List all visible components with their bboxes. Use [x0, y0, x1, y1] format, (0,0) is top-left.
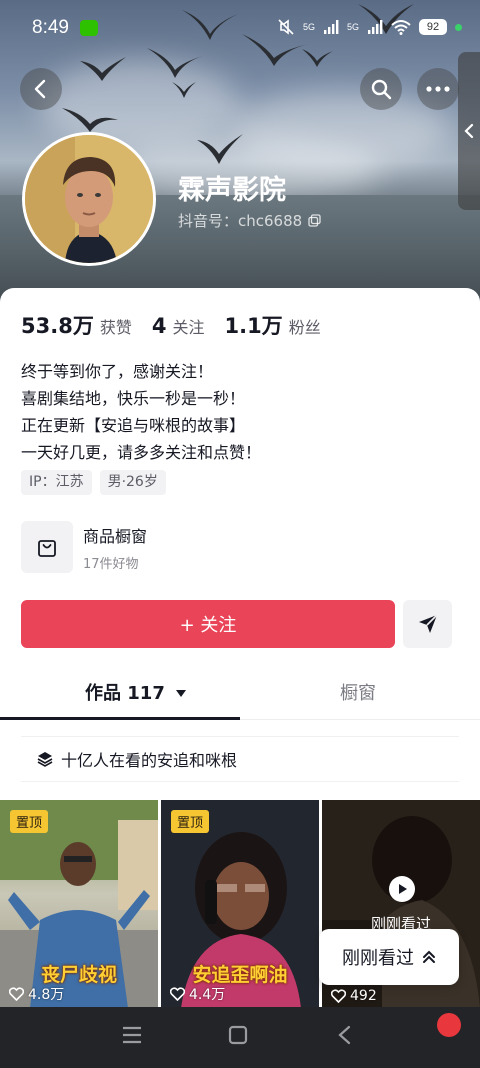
chevron-left-icon [34, 79, 46, 99]
pinned-badge: 置顶 [10, 810, 49, 833]
play-icon [389, 876, 415, 902]
caret-down-icon [176, 690, 187, 697]
system-navigation-bar [0, 1007, 480, 1068]
bio-line: 正在更新【安追与咪根的故事】 [21, 416, 246, 435]
chevron-left-icon [464, 123, 474, 139]
video-likes-count: 4.4万 [189, 987, 226, 1003]
floating-record-button[interactable] [437, 1013, 461, 1037]
profile-tags: IP：江苏 男·26岁 [21, 470, 166, 495]
recently-watched-button[interactable]: 刚刚看过 [319, 929, 459, 985]
video-likes-count: 492 [350, 988, 377, 1004]
mute-icon [278, 19, 294, 35]
avatar[interactable] [22, 132, 156, 266]
signal-5g-label: 5G [302, 22, 315, 32]
video-likes: 492 [331, 988, 377, 1004]
shop-subtitle: 17件好物 [83, 556, 139, 572]
signal-5g-label: 5G [346, 22, 359, 32]
signal-icon [368, 20, 383, 34]
bio-line: 喜剧集结地，快乐一秒是一秒！ [21, 389, 246, 408]
person-avatar-image [25, 135, 153, 263]
ip-location-tag: IP：江苏 [21, 470, 92, 495]
pinned-badge: 置顶 [171, 810, 210, 833]
battery-indicator: 92 [419, 19, 447, 35]
send-message-button[interactable] [403, 600, 452, 648]
copy-icon[interactable] [308, 214, 321, 227]
back-nav-icon[interactable] [337, 1025, 351, 1045]
collection-entry[interactable]: 十亿人在看的安追和咪根 [21, 736, 459, 782]
search-icon [371, 79, 392, 100]
video-thumbnail[interactable]: 置顶 安追歪啊油 4.4万 [161, 800, 319, 1008]
home-icon[interactable] [228, 1025, 248, 1045]
side-drawer-handle[interactable] [458, 52, 480, 210]
profile-stats: 53.8万 获赞 4 关注 1.1万 粉丝 [21, 310, 335, 340]
video-title: 安追歪啊油 [192, 964, 288, 986]
profile-tabs: 作品 117 橱窗 [0, 668, 480, 720]
tab-works-label: 作品 117 [85, 683, 165, 704]
layers-icon [37, 752, 53, 767]
heart-icon [331, 989, 346, 1003]
video-thumbnail[interactable]: 置顶 丧尸歧视 4.8万 [0, 800, 158, 1008]
profile-card: 53.8万 获赞 4 关注 1.1万 粉丝 终于等到你了，感谢关注！ 喜剧集结地… [0, 288, 480, 1068]
more-dots-icon [426, 86, 450, 92]
recent-apps-icon[interactable] [121, 1025, 143, 1045]
video-likes: 4.4万 [170, 984, 225, 1004]
bio-line: 终于等到你了，感谢关注！ [21, 362, 214, 381]
profile-bio: 终于等到你了，感谢关注！ 喜剧集结地，快乐一秒是一秒！ 正在更新【安追与咪根的故… [21, 358, 261, 466]
status-time: 8:49 [32, 17, 69, 38]
tab-works[interactable]: 作品 117 [85, 668, 187, 720]
profile-nickname: 霖声影院 [178, 175, 286, 206]
seagull-icon [80, 57, 126, 81]
video-likes-count: 4.8万 [28, 987, 65, 1003]
seagull-icon [197, 134, 243, 164]
wechat-notification-icon [80, 20, 98, 36]
more-button[interactable] [417, 68, 459, 110]
signal-icon [323, 20, 339, 34]
tab-window[interactable]: 橱窗 [340, 668, 376, 720]
following-label[interactable]: 关注 [172, 314, 204, 338]
active-tab-indicator [0, 717, 240, 720]
gender-age-tag: 男·26岁 [99, 470, 166, 495]
shop-window-entry[interactable]: 商品橱窗 17件好物 [21, 521, 147, 573]
followers-label[interactable]: 粉丝 [289, 314, 321, 338]
search-button[interactable] [360, 68, 402, 110]
douyin-id[interactable]: 抖音号：chc6688 [178, 210, 321, 231]
followers-count[interactable]: 1.1万 [224, 310, 282, 340]
seagull-icon [172, 82, 196, 98]
likes-count: 53.8万 [21, 314, 94, 338]
back-button[interactable] [20, 68, 62, 110]
heart-icon [9, 987, 24, 1001]
double-chevron-up-icon [423, 950, 435, 963]
seagull-icon [62, 108, 118, 132]
bio-line: 一天好几更，请多多关注和点赞！ [21, 443, 262, 462]
collection-label: 十亿人在看的安追和咪根 [61, 751, 238, 770]
follow-button[interactable]: + 关注 [21, 600, 395, 648]
following-count[interactable]: 4 [152, 314, 167, 338]
recently-watched-pill-label: 刚刚看过 [342, 948, 414, 969]
video-likes: 4.8万 [9, 984, 64, 1004]
send-icon [418, 614, 438, 633]
heart-icon [170, 987, 185, 1001]
shopping-bag-icon [21, 521, 73, 573]
likes-label: 获赞 [99, 318, 132, 337]
video-title: 丧尸歧视 [40, 964, 117, 986]
shop-title: 商品橱窗 [83, 526, 148, 546]
charging-dot [455, 23, 462, 31]
status-bar: 8:49 5G 5G 92 [0, 0, 480, 58]
douyin-id-text: 抖音号：chc6688 [178, 212, 303, 230]
wifi-icon [391, 20, 411, 35]
